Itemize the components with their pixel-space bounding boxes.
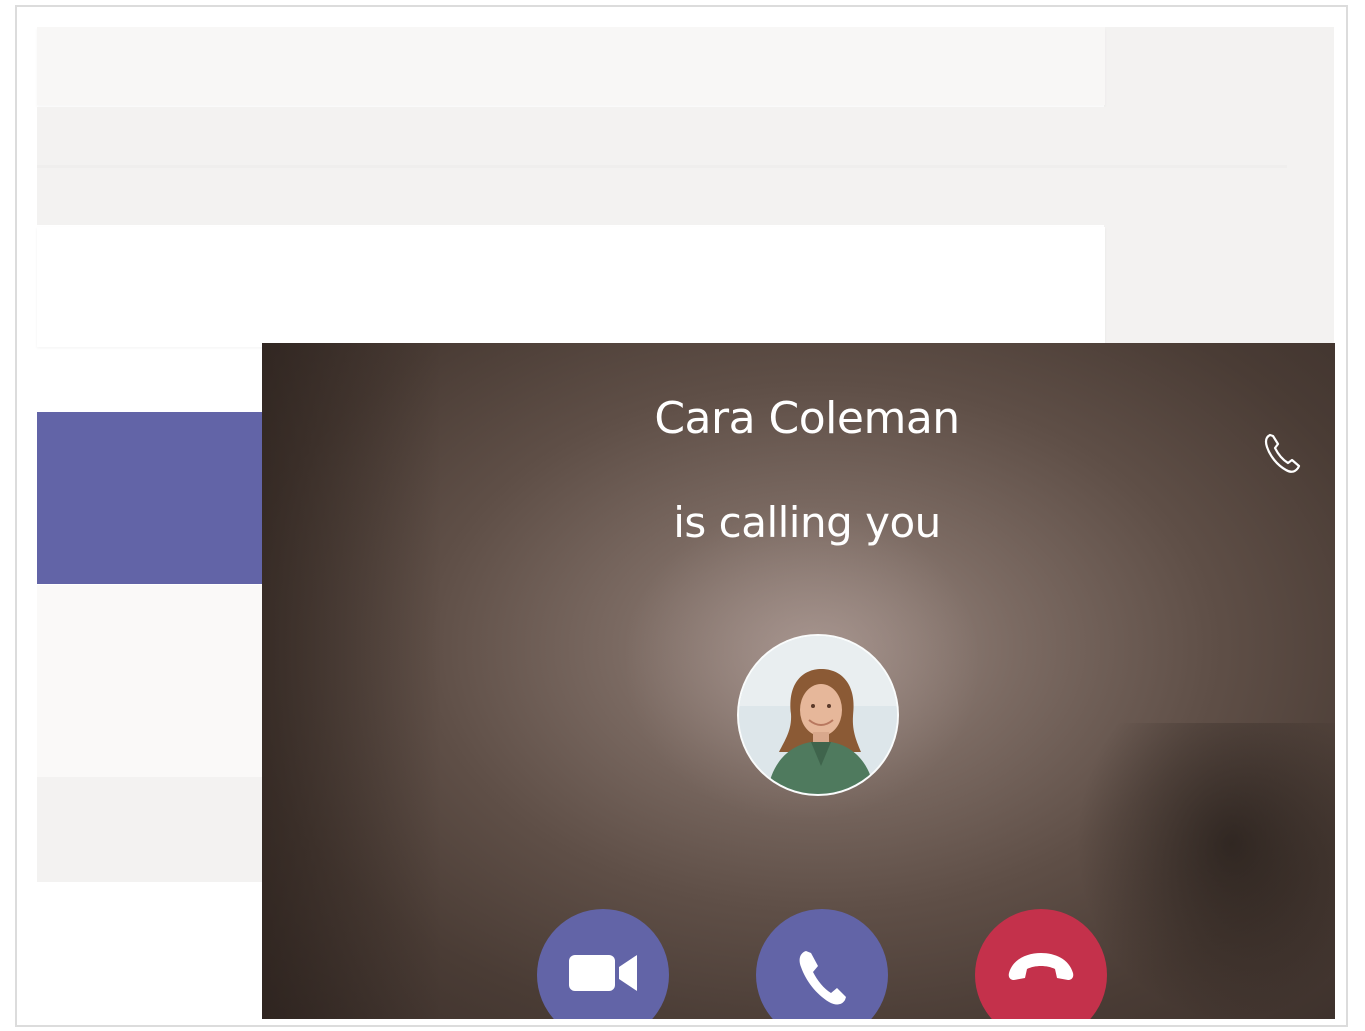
accept-video-button[interactable]	[537, 909, 669, 1019]
accent-block	[37, 412, 277, 584]
app-window: Cara Coleman is calling you	[15, 5, 1348, 1027]
hang-up-icon	[1008, 953, 1074, 980]
incoming-call-toast[interactable]: Cara Coleman is calling you	[262, 343, 1335, 1019]
accept-audio-button[interactable]	[756, 909, 888, 1019]
caller-avatar	[737, 634, 899, 796]
lower-panel-placeholder	[37, 585, 277, 777]
caller-name: Cara Coleman	[654, 393, 960, 444]
video-camera-icon	[569, 955, 637, 991]
lower-band-placeholder	[37, 777, 277, 882]
divider	[37, 165, 1287, 168]
content-card-placeholder	[37, 227, 1105, 347]
call-status-text: is calling you	[673, 498, 941, 547]
phone-icon	[1262, 431, 1302, 475]
decline-button[interactable]	[975, 909, 1107, 1019]
header-placeholder	[37, 27, 1105, 105]
phone-icon	[799, 951, 846, 1005]
